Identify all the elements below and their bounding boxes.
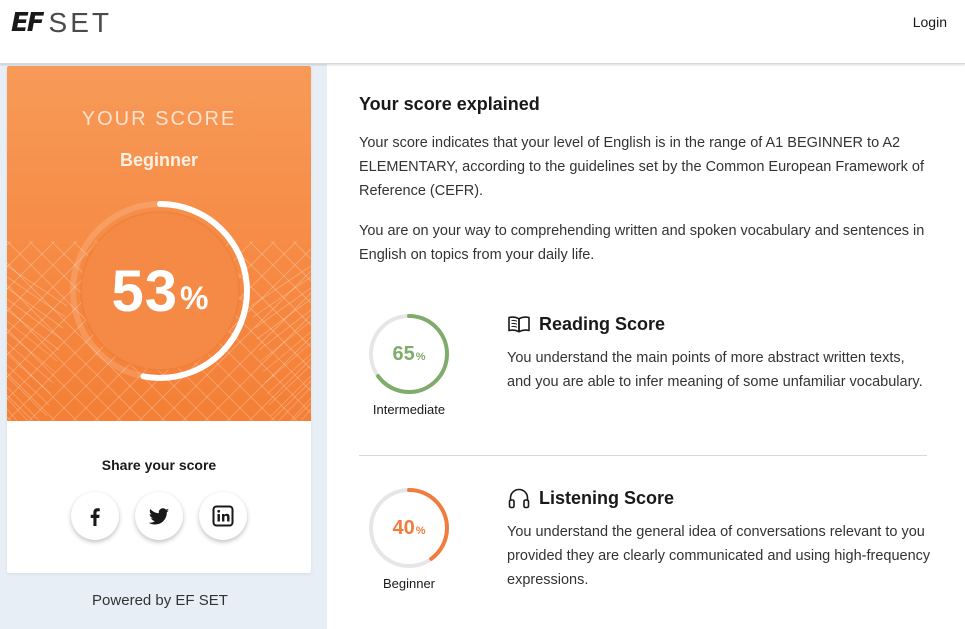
section-divider [359, 455, 927, 456]
overall-level: Beginner [119, 150, 198, 170]
listening-score-heading: Listening Score [507, 486, 674, 510]
listening-level-label: Beginner [382, 576, 436, 591]
headphones-icon [508, 488, 530, 509]
reading-score-title: Reading Score [539, 313, 666, 334]
listening-score-section: 40 % Beginner Listening Score You unders… [359, 486, 931, 606]
top-navigation-bar: EF SET Login [0, 0, 965, 64]
score-explanation-paragraph-2: You are on your way to comprehending wri… [359, 223, 925, 263]
listening-score-description: You understand the general idea of conve… [507, 524, 931, 588]
twitter-icon [148, 508, 169, 525]
ef-set-logo[interactable]: EF SET [11, 7, 112, 38]
score-card: YOUR SCORE Beginner 53 % Share your scor… [7, 66, 311, 573]
share-twitter-button[interactable] [135, 492, 183, 540]
reading-score-description: You understand the main points of more a… [507, 350, 923, 390]
share-score-heading: Share your score [101, 457, 217, 473]
facebook-icon [90, 508, 100, 526]
reading-score-percent-sign: % [415, 350, 426, 363]
your-score-heading: YOUR SCORE [81, 108, 237, 130]
login-link[interactable]: Login [913, 14, 947, 30]
overall-score-percent-sign: % [180, 279, 209, 316]
overall-score-number: 53 [111, 258, 179, 324]
overall-score-value: 53 % [65, 196, 255, 386]
score-banner: YOUR SCORE Beginner 53 % [7, 66, 311, 421]
reading-level-label: Intermediate [372, 402, 446, 417]
powered-by-text: Powered by EF SET [92, 592, 228, 609]
logo-set-text: SET [48, 7, 112, 38]
share-facebook-button[interactable] [71, 492, 119, 540]
logo-ef-text: EF [11, 8, 45, 38]
book-icon [508, 316, 530, 333]
score-explained-title: Your score explained [359, 94, 540, 114]
listening-score-title: Listening Score [539, 487, 675, 508]
reading-score-heading: Reading Score [507, 312, 665, 336]
linkedin-icon [212, 505, 234, 527]
listening-score-number: 40 [392, 516, 415, 539]
listening-score-percent-sign: % [415, 524, 426, 537]
score-explanation-panel: Your score explained Your score indicate… [327, 64, 965, 629]
score-explanation-paragraph-1: Your score indicates that your level of … [359, 135, 924, 199]
reading-score-section: 65 % Intermediate Reading Score You unde… [359, 312, 929, 432]
reading-score-number: 65 [392, 342, 415, 365]
share-linkedin-button[interactable] [199, 492, 247, 540]
reading-score-value: 65 % [367, 312, 451, 396]
listening-score-value: 40 % [367, 486, 451, 570]
